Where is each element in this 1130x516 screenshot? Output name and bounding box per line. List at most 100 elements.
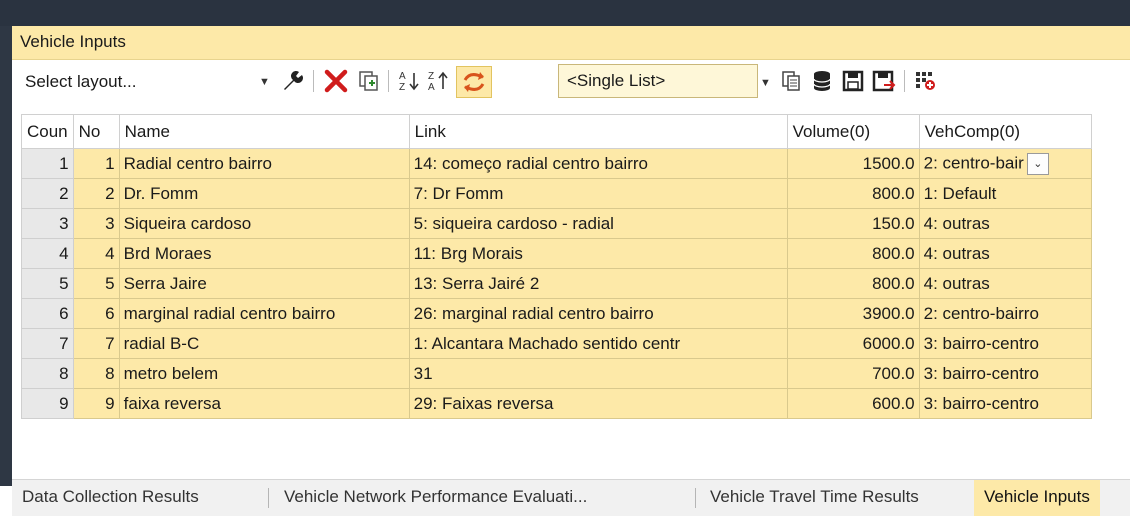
database-icon[interactable] (808, 66, 836, 96)
no-cell[interactable]: 5 (72, 268, 120, 299)
bottom-tab-strip: Data Collection Results Vehicle Network … (12, 479, 1130, 516)
duplicate-icon[interactable] (354, 66, 384, 96)
no-cell[interactable]: 8 (72, 358, 120, 389)
column-header-name[interactable]: Name (118, 114, 410, 149)
table-row[interactable]: 9 9 faixa reversa 29: Faixas reversa 600… (21, 388, 1092, 419)
wrench-icon[interactable] (278, 66, 308, 96)
count-cell: 4 (21, 238, 74, 269)
tab-vehicle-inputs[interactable]: Vehicle Inputs (974, 480, 1100, 516)
synchronize-icon[interactable] (456, 66, 492, 98)
toolbar-separator (388, 70, 389, 92)
table-row[interactable]: 8 8 metro belem 31 700.0 3: bairro-centr… (21, 358, 1092, 389)
name-cell[interactable]: faixa reversa (118, 388, 410, 419)
no-cell[interactable]: 3 (72, 208, 120, 239)
link-cell[interactable]: 31 (408, 358, 788, 389)
tab-separator (695, 488, 696, 508)
chevron-down-icon[interactable]: ⌄ (1026, 152, 1049, 175)
tab-vehicle-travel-time-results[interactable]: Vehicle Travel Time Results (700, 480, 929, 516)
column-header-volume[interactable]: Volume(0) (786, 114, 920, 149)
name-cell[interactable]: Radial centro bairro (118, 148, 410, 179)
name-cell[interactable]: marginal radial centro bairro (118, 298, 410, 329)
list-selection-dropdown[interactable]: <Single List> (558, 64, 758, 98)
save-icon[interactable] (839, 66, 867, 96)
name-cell[interactable]: Serra Jaire (118, 268, 410, 299)
select-layout-dropdown[interactable]: Select layout... ▼ (18, 66, 275, 98)
vehcomp-cell[interactable]: 3: bairro-centro (918, 328, 1092, 359)
link-cell[interactable]: 29: Faixas reversa (408, 388, 788, 419)
toolbar-separator (904, 70, 905, 92)
add-columns-icon[interactable] (911, 66, 939, 96)
no-cell[interactable]: 4 (72, 238, 120, 269)
volume-cell[interactable]: 800.0 (786, 268, 920, 299)
no-cell[interactable]: 9 (72, 388, 120, 419)
link-cell[interactable]: 5: siqueira cardoso - radial (408, 208, 788, 239)
table-row[interactable]: 3 3 Siqueira cardoso 5: siqueira cardoso… (21, 208, 1092, 239)
panel-title: Vehicle Inputs (20, 32, 126, 51)
volume-cell[interactable]: 800.0 (786, 178, 920, 209)
column-header-no[interactable]: No (72, 114, 120, 149)
count-cell: 3 (21, 208, 74, 239)
volume-cell[interactable]: 3900.0 (786, 298, 920, 329)
vehcomp-cell[interactable]: 3: bairro-centro (918, 388, 1092, 419)
volume-cell[interactable]: 150.0 (786, 208, 920, 239)
name-cell[interactable]: Siqueira cardoso (118, 208, 410, 239)
name-cell[interactable]: metro belem (118, 358, 410, 389)
link-cell[interactable]: 13: Serra Jairé 2 (408, 268, 788, 299)
save-as-icon[interactable] (870, 66, 898, 96)
toolbar-separator (313, 70, 314, 92)
count-cell: 6 (21, 298, 74, 329)
table-row[interactable]: 5 5 Serra Jaire 13: Serra Jairé 2 800.0 … (21, 268, 1092, 299)
table-row[interactable]: 4 4 Brd Moraes 11: Brg Morais 800.0 4: o… (21, 238, 1092, 269)
vehcomp-value: 2: centro-bair (923, 152, 1024, 172)
vehcomp-cell[interactable]: 2: centro-bair ⌄ (918, 148, 1092, 179)
svg-text:Z: Z (428, 71, 434, 82)
delete-icon[interactable] (320, 66, 352, 96)
volume-cell[interactable]: 600.0 (786, 388, 920, 419)
vehcomp-cell[interactable]: 2: centro-bairro (918, 298, 1092, 329)
link-cell[interactable]: 1: Alcantara Machado sentido centr (408, 328, 788, 359)
link-cell[interactable]: 11: Brg Morais (408, 238, 788, 269)
link-cell[interactable]: 7: Dr Fomm (408, 178, 788, 209)
vehcomp-cell[interactable]: 4: outras (918, 268, 1092, 299)
chevron-down-icon[interactable]: ▼ (760, 77, 771, 89)
tab-data-collection-results[interactable]: Data Collection Results (12, 480, 209, 516)
count-cell: 7 (21, 328, 74, 359)
sort-descending-icon[interactable]: ZA (424, 66, 452, 96)
count-cell: 8 (21, 358, 74, 389)
vehcomp-cell[interactable]: 4: outras (918, 208, 1092, 239)
no-cell[interactable]: 2 (72, 178, 120, 209)
vehcomp-cell[interactable]: 1: Default (918, 178, 1092, 209)
no-cell[interactable]: 1 (72, 148, 120, 179)
volume-cell[interactable]: 1500.0 (786, 148, 920, 179)
name-cell[interactable]: radial B-C (118, 328, 410, 359)
volume-cell[interactable]: 6000.0 (786, 328, 920, 359)
volume-cell[interactable]: 800.0 (786, 238, 920, 269)
name-cell[interactable]: Brd Moraes (118, 238, 410, 269)
table-row[interactable]: 6 6 marginal radial centro bairro 26: ma… (21, 298, 1092, 329)
svg-text:Z: Z (399, 82, 405, 93)
name-cell[interactable]: Dr. Fomm (118, 178, 410, 209)
link-cell[interactable]: 26: marginal radial centro bairro (408, 298, 788, 329)
copy-icon[interactable] (777, 66, 805, 96)
list-toolbar: Select layout... ▼ AZ ZA <Single List> ▼ (12, 60, 1130, 104)
no-cell[interactable]: 7 (72, 328, 120, 359)
table-row[interactable]: 1 1 Radial centro bairro 14: começo radi… (21, 148, 1092, 179)
sort-ascending-icon[interactable]: AZ (395, 66, 423, 96)
column-header-link[interactable]: Link (408, 114, 788, 149)
count-cell: 9 (21, 388, 74, 419)
volume-cell[interactable]: 700.0 (786, 358, 920, 389)
count-cell: 2 (21, 178, 74, 209)
table-row[interactable]: 2 2 Dr. Fomm 7: Dr Fomm 800.0 1: Default (21, 178, 1092, 209)
count-cell: 1 (21, 148, 74, 179)
link-cell[interactable]: 14: começo radial centro bairro (408, 148, 788, 179)
no-cell[interactable]: 6 (72, 298, 120, 329)
table-row[interactable]: 7 7 radial B-C 1: Alcantara Machado sent… (21, 328, 1092, 359)
list-selection-value: <Single List> (567, 71, 666, 90)
vehcomp-cell[interactable]: 3: bairro-centro (918, 358, 1092, 389)
column-header-count[interactable]: Coun (21, 114, 74, 149)
vehcomp-cell[interactable]: 4: outras (918, 238, 1092, 269)
horizontal-scroll-area[interactable] (12, 463, 1130, 479)
panel-title-bar: Vehicle Inputs (12, 26, 1130, 60)
column-header-vehcomp[interactable]: VehComp(0) (918, 114, 1092, 149)
tab-vehicle-network-performance[interactable]: Vehicle Network Performance Evaluati... (274, 480, 597, 516)
